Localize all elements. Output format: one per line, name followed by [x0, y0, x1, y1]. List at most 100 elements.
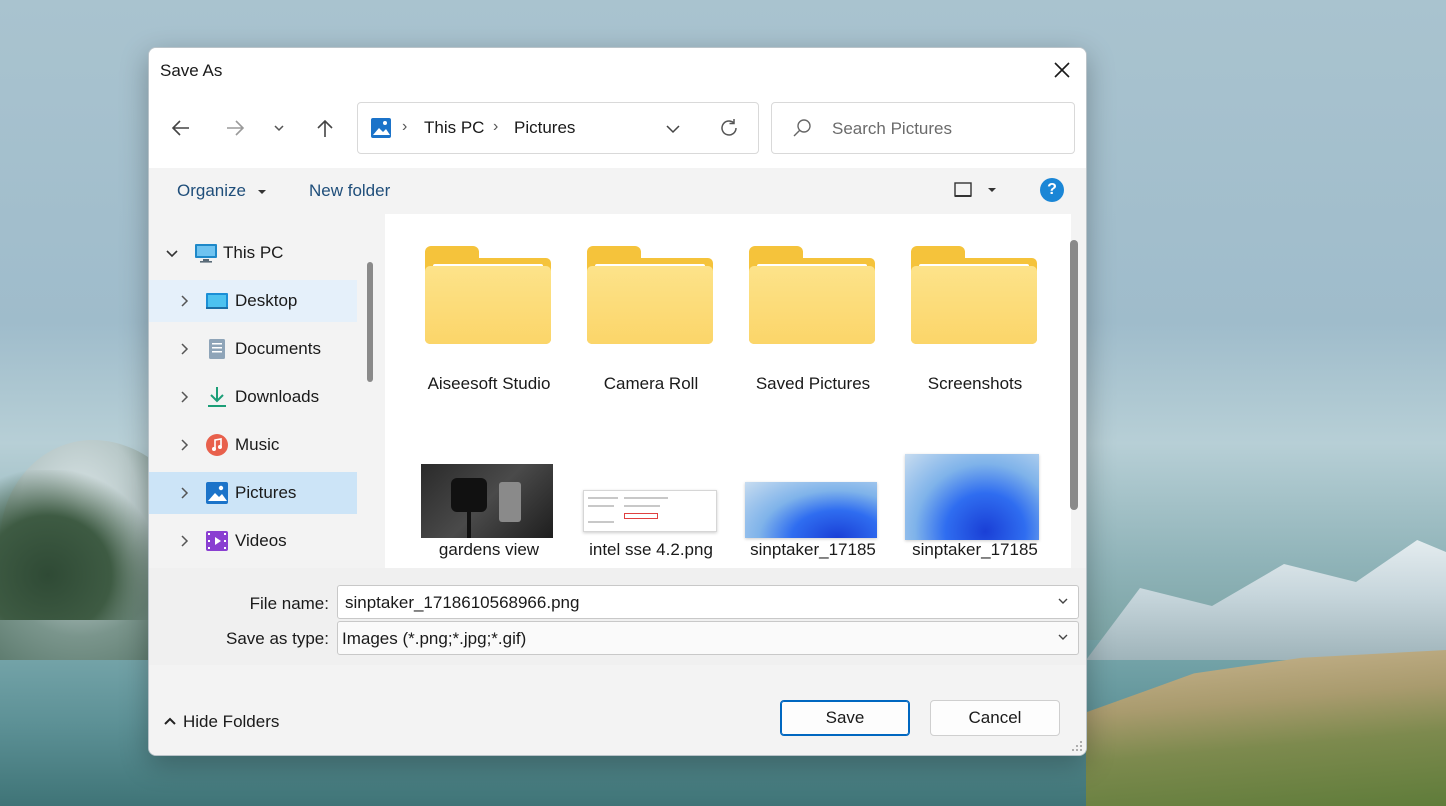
- file-tile[interactable]: sinptaker_17185: [733, 454, 893, 568]
- help-button[interactable]: ?: [1040, 178, 1064, 202]
- file-tile[interactable]: gardens view: [409, 454, 569, 568]
- file-name-input[interactable]: sinptaker_1718610568966.png: [345, 593, 579, 613]
- resize-grip-icon[interactable]: [1071, 740, 1083, 752]
- file-tile[interactable]: sinptaker_17185: [895, 454, 1055, 568]
- folder-tile[interactable]: Screenshots: [895, 234, 1055, 404]
- sidebar-item-label: Downloads: [235, 387, 320, 406]
- chevron-down-icon[interactable]: [1056, 630, 1070, 644]
- sidebar-item-label: Pictures: [235, 483, 297, 502]
- save-as-dialog: Save As › This PC › Pictures Search Pict…: [148, 47, 1087, 756]
- save-type-value: Images (*.png;*.jpg;*.gif): [342, 629, 527, 648]
- folder-tile[interactable]: Aiseesoft Studio: [409, 234, 569, 404]
- back-button[interactable]: [161, 110, 201, 146]
- download-icon: [208, 387, 226, 407]
- up-button[interactable]: [305, 110, 345, 146]
- folder-label: Camera Roll: [603, 374, 699, 393]
- file-list-view: Aiseesoft Studio Camera Roll Saved Pictu…: [385, 214, 1071, 568]
- sidebar-item-label: Music: [235, 435, 280, 454]
- chevron-right-icon[interactable]: [175, 388, 193, 406]
- cancel-button[interactable]: Cancel: [930, 700, 1060, 736]
- chevron-right-icon[interactable]: [175, 484, 193, 502]
- back-arrow-icon: [171, 120, 189, 136]
- address-bar[interactable]: › This PC › Pictures: [357, 102, 759, 154]
- file-name-field[interactable]: sinptaker_1718610568966.png: [337, 585, 1079, 619]
- file-thumbnail: [745, 482, 877, 538]
- sidebar-item-downloads[interactable]: Downloads: [149, 376, 357, 418]
- close-icon: [1054, 62, 1070, 78]
- title-bar: Save As: [149, 48, 1086, 92]
- breadcrumb-this-pc[interactable]: This PC: [424, 118, 484, 138]
- caret-down-icon: [988, 188, 996, 192]
- file-thumbnail: [421, 464, 553, 538]
- chevron-down-icon: [274, 125, 284, 132]
- up-arrow-icon: [317, 119, 333, 137]
- content-scrollbar-thumb[interactable]: [1070, 240, 1078, 510]
- save-type-label: Save as type:: [225, 629, 329, 648]
- pictures-icon: [371, 118, 391, 138]
- dialog-title: Save As: [160, 61, 223, 80]
- folder-label: Aiseesoft Studio: [427, 374, 551, 393]
- organize-label: Organize: [177, 181, 246, 200]
- refresh-icon[interactable]: [718, 117, 740, 139]
- folder-tile[interactable]: Saved Pictures: [733, 234, 893, 404]
- search-input[interactable]: Search Pictures: [832, 119, 952, 139]
- chevron-right-icon[interactable]: [175, 292, 193, 310]
- folder-tile[interactable]: Camera Roll: [571, 234, 731, 404]
- sidebar-item-label: Documents: [235, 339, 321, 358]
- chevron-down-icon[interactable]: [163, 244, 181, 262]
- file-thumbnail: [905, 454, 1039, 540]
- chevron-right-icon[interactable]: [175, 340, 193, 358]
- close-button[interactable]: [1038, 48, 1086, 92]
- new-folder-button[interactable]: New folder: [309, 181, 390, 201]
- search-icon: [793, 119, 811, 137]
- sidebar-item-desktop[interactable]: Desktop: [149, 280, 357, 322]
- chevron-down-icon[interactable]: [1056, 594, 1070, 608]
- sidebar-item-this-pc[interactable]: This PC: [149, 232, 357, 274]
- chevron-right-icon[interactable]: [175, 532, 193, 550]
- file-label: sinptaker_17185: [750, 540, 876, 559]
- wallpaper-mountains: [1086, 540, 1446, 660]
- forward-button[interactable]: [215, 110, 255, 146]
- save-type-select[interactable]: Images (*.png;*.jpg;*.gif): [337, 621, 1079, 655]
- sidebar-item-label: Desktop: [235, 291, 298, 310]
- navigation-pane: This PC Desktop Documents Downloads Musi…: [149, 214, 357, 568]
- organize-button[interactable]: Organize: [177, 181, 267, 201]
- file-thumbnail: [583, 490, 717, 532]
- sidebar-item-pictures[interactable]: Pictures: [149, 472, 357, 514]
- command-bar: Organize New folder ?: [149, 168, 1086, 214]
- recent-locations-button[interactable]: [261, 110, 297, 146]
- music-icon: [206, 434, 228, 456]
- sidebar-item-videos[interactable]: Videos: [149, 520, 357, 562]
- breadcrumb-pictures[interactable]: Pictures: [514, 118, 575, 138]
- caret-down-icon: [257, 189, 266, 194]
- chevron-up-icon: [164, 717, 176, 725]
- sidebar-item-documents[interactable]: Documents: [149, 328, 357, 370]
- desktop-icon: [206, 293, 228, 309]
- file-label: gardens view: [438, 540, 540, 559]
- file-label: intel sse 4.2.png: [589, 540, 713, 559]
- file-tile[interactable]: intel sse 4.2.png: [571, 454, 731, 568]
- navigation-bar: › This PC › Pictures Search Pictures: [149, 92, 1086, 168]
- folder-label: Screenshots: [927, 374, 1023, 393]
- sidebar-item-label: Videos: [235, 531, 287, 550]
- monitor-icon: [195, 244, 217, 263]
- file-label: sinptaker_17185: [912, 540, 1038, 559]
- chevron-right-icon[interactable]: [175, 436, 193, 454]
- sidebar-item-label: This PC: [223, 243, 284, 262]
- wallpaper-trees: [0, 470, 160, 620]
- file-name-label: File name:: [249, 594, 329, 613]
- hide-folders-label: Hide Folders: [183, 712, 280, 731]
- save-button[interactable]: Save: [780, 700, 910, 736]
- help-icon: ?: [1047, 181, 1057, 198]
- hide-folders-button[interactable]: Hide Folders: [163, 712, 279, 732]
- change-view-button[interactable]: [953, 180, 1003, 202]
- breadcrumb-separator: ›: [493, 118, 499, 135]
- sidebar-item-music[interactable]: Music: [149, 424, 357, 466]
- view-icon: [954, 182, 972, 197]
- pictures-icon: [206, 482, 228, 504]
- address-dropdown-icon[interactable]: [664, 120, 682, 138]
- folder-label: Saved Pictures: [755, 374, 871, 393]
- sidebar-scrollbar-thumb[interactable]: [367, 262, 373, 382]
- document-icon: [209, 339, 225, 359]
- search-box[interactable]: Search Pictures: [771, 102, 1075, 154]
